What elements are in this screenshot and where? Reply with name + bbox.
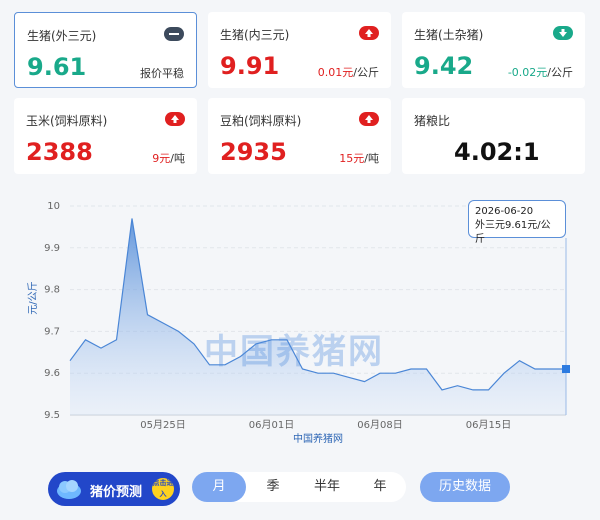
card-title: 生猪(内三元) <box>220 28 290 42</box>
data-point-last[interactable] <box>562 365 570 374</box>
y-tick-label: 10 <box>47 201 60 212</box>
card-change: 9元/吨 <box>152 150 185 166</box>
enter-badge: 点击进入 <box>152 478 174 500</box>
tab-year[interactable]: 年 <box>354 472 406 502</box>
tab-half-year[interactable]: 半年 <box>300 472 354 502</box>
change-unit: /公斤 <box>353 66 379 79</box>
arrow-down-icon <box>553 26 573 40</box>
change-value: -0.02元 <box>507 66 548 79</box>
arrow-up-icon <box>359 112 379 126</box>
watermark: 中国养猪网 <box>204 332 384 372</box>
flat-icon <box>164 27 184 41</box>
chart-tooltip: 2026-06-20 外三元9.61元/公斤 <box>468 200 566 245</box>
y-axis-title: 元/公斤 <box>27 281 39 314</box>
y-tick-label: 9.9 <box>44 243 60 254</box>
card-neisanyuan[interactable]: 生猪(内三元) 9.91 0.01元/公斤 <box>208 12 391 88</box>
card-change: 15元/吨 <box>339 150 379 166</box>
y-tick-label: 9.7 <box>44 326 60 337</box>
price-forecast-button[interactable]: 猪价预测 点击进入 <box>48 472 180 506</box>
card-value: 4.02:1 <box>454 138 540 166</box>
y-tick-label: 9.8 <box>44 285 60 296</box>
card-zhuliangbi[interactable]: 猪粮比 4.02:1 <box>402 98 585 174</box>
card-title: 生猪(外三元) <box>27 29 97 43</box>
change-value: 0.01元 <box>317 66 354 79</box>
arrow-up-icon <box>165 112 185 126</box>
x-tick-label: 06月08日 <box>357 419 402 431</box>
change-unit: /公斤 <box>547 66 573 79</box>
card-value: 2935 <box>220 138 287 166</box>
y-axis: 9.5 9.6 9.7 9.8 9.9 10 <box>44 201 60 421</box>
card-value: 2388 <box>26 138 93 166</box>
change-unit: /吨 <box>170 152 185 165</box>
card-change: -0.02元/公斤 <box>508 64 573 80</box>
card-title: 猪粮比 <box>414 114 451 128</box>
tab-quarter[interactable]: 季 <box>246 472 300 502</box>
change-value: 15元 <box>339 152 365 165</box>
change-value: 9元 <box>152 152 171 165</box>
x-tick-label: 06月15日 <box>466 419 511 431</box>
x-tick-label: 06月01日 <box>249 419 294 431</box>
card-value: 9.91 <box>220 52 280 80</box>
y-tick-label: 9.6 <box>44 368 60 379</box>
x-axis: 05月25日 06月01日 06月08日 06月15日 <box>140 419 511 431</box>
card-yumi[interactable]: 玉米(饲料原料) 2388 9元/吨 <box>14 98 197 174</box>
card-title: 生猪(土杂猪) <box>414 28 484 42</box>
change-unit: /吨 <box>364 152 379 165</box>
card-title: 豆粕(饲料原料) <box>220 114 302 128</box>
y-tick-label: 9.5 <box>44 410 60 421</box>
card-change: 报价平稳 <box>140 67 184 80</box>
card-title: 玉米(饲料原料) <box>26 114 108 128</box>
x-axis-title: 中国养猪网 <box>293 432 343 445</box>
card-doupo[interactable]: 豆粕(饲料原料) 2935 15元/吨 <box>208 98 391 174</box>
tooltip-value: 外三元9.61元/公斤 <box>475 220 551 245</box>
tooltip-date: 2026-06-20 <box>475 206 534 217</box>
card-value: 9.61 <box>27 53 87 81</box>
cloud-icon <box>57 480 81 499</box>
card-tuzazhu[interactable]: 生猪(土杂猪) 9.42 -0.02元/公斤 <box>402 12 585 88</box>
history-data-button[interactable]: 历史数据 <box>420 472 510 502</box>
card-value: 9.42 <box>414 52 474 80</box>
x-tick-label: 05月25日 <box>140 419 185 431</box>
card-waisanyuan[interactable]: 生猪(外三元) 9.61 报价平稳 <box>14 12 197 88</box>
arrow-up-icon <box>359 26 379 40</box>
tab-month[interactable]: 月 <box>192 472 246 502</box>
period-tabs: 月 季 半年 年 <box>192 472 406 502</box>
price-forecast-label: 猪价预测 <box>90 485 143 500</box>
card-change: 0.01元/公斤 <box>318 64 379 80</box>
